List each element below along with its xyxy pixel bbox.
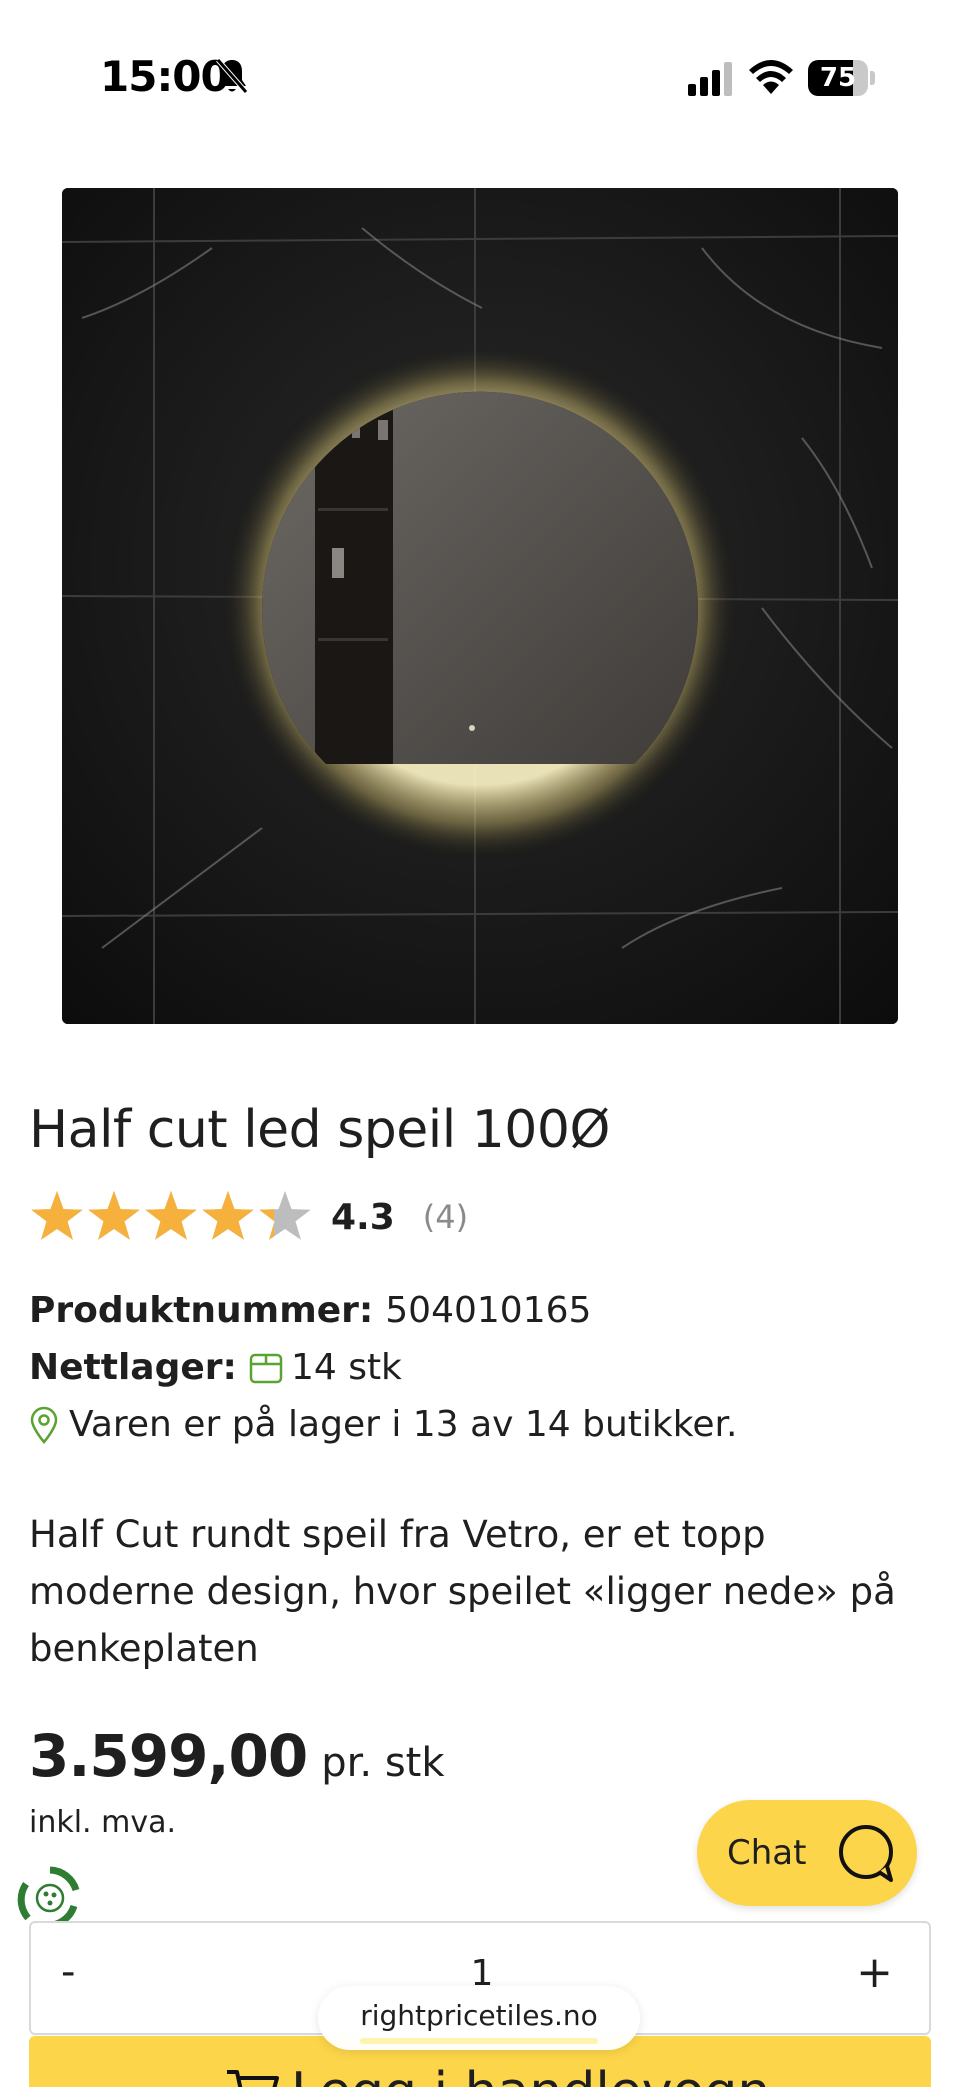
- round-led-mirror-photo: [62, 188, 898, 1024]
- price-value: 3.599,00: [29, 1722, 308, 1790]
- product-number-value: 504010165: [385, 1290, 592, 1331]
- product-number-row: Produktnummer: 504010165: [29, 1290, 591, 1331]
- product-number-label: Produktnummer:: [29, 1290, 374, 1331]
- price-unit: pr. stk: [321, 1740, 445, 1786]
- product-description: Half Cut rundt speil fra Vetro, er et to…: [29, 1513, 896, 1670]
- add-to-cart-label: Legg i handlevogn: [291, 2062, 770, 2087]
- status-time: 15:00: [100, 52, 230, 101]
- filled-stars: [29, 1188, 275, 1246]
- product-title: Half cut led speil 100Ø: [29, 1100, 610, 1160]
- online-stock-label: Nettlager:: [29, 1347, 237, 1388]
- chat-label: Chat: [727, 1833, 807, 1873]
- store-availability-text: Varen er på lager i 13 av 14 butikker.: [69, 1404, 738, 1445]
- review-count[interactable]: (4): [423, 1198, 468, 1236]
- wifi-icon: [749, 60, 793, 94]
- status-bar: 15:00 75: [0, 0, 960, 150]
- chat-bubble-icon: [839, 1825, 893, 1882]
- rating-row[interactable]: 4.3 (4): [29, 1186, 468, 1248]
- star-rating: [29, 1188, 315, 1246]
- home-indicator: [360, 2038, 598, 2044]
- cellular-signal-icon: [688, 62, 732, 96]
- rating-value: 4.3: [331, 1196, 395, 1238]
- quantity-increase-button[interactable]: +: [856, 1947, 893, 1998]
- chat-button[interactable]: Chat: [697, 1800, 917, 1906]
- star-filled-3: [145, 1191, 197, 1240]
- battery-icon: 75: [808, 60, 876, 96]
- vat-note: inkl. mva.: [29, 1805, 177, 1840]
- star-filled-4: [202, 1191, 254, 1240]
- package-box-icon: [249, 1353, 283, 1383]
- star-filled-2: [88, 1191, 140, 1240]
- location-pin-icon: [30, 1406, 58, 1444]
- shopping-cart-icon: [227, 2070, 279, 2087]
- online-stock-row: Nettlager: 14 stk: [29, 1347, 402, 1388]
- product-image[interactable]: [62, 188, 898, 1024]
- star-filled-5: [259, 1209, 275, 1240]
- star-filled-1: [31, 1191, 83, 1240]
- online-stock-value: 14 stk: [290, 1347, 402, 1388]
- price: 3.599,00 pr. stk: [29, 1722, 445, 1790]
- battery-percentage: 75: [819, 63, 857, 93]
- bell-muted-icon: [216, 58, 248, 94]
- store-availability-row[interactable]: Varen er på lager i 13 av 14 butikker.: [29, 1404, 737, 1445]
